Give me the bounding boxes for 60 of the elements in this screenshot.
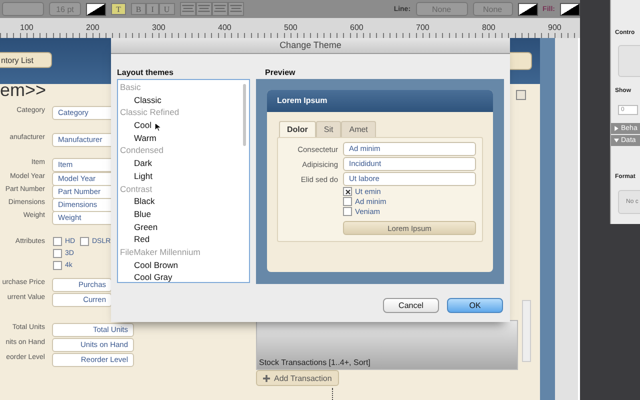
ruler-label: 800 xyxy=(482,23,496,32)
dialog-title: Change Theme xyxy=(111,38,510,54)
theme-group-heading: Condensed xyxy=(120,144,164,158)
ruler-label: 600 xyxy=(350,23,364,32)
preview-tab[interactable]: Dolor xyxy=(279,121,316,137)
align-icon[interactable] xyxy=(228,2,244,16)
theme-group-heading: Basic xyxy=(120,81,142,94)
theme-item[interactable]: Red xyxy=(120,233,249,246)
plus-icon xyxy=(263,374,270,382)
portal-label: Stock Transactions [1..4+, Sort] xyxy=(259,358,370,367)
layout-title: em>> xyxy=(0,80,46,101)
checkbox[interactable] xyxy=(343,187,352,196)
checkbox[interactable] xyxy=(343,197,352,206)
ruler-label: 400 xyxy=(218,23,232,32)
text-color-swatch[interactable] xyxy=(86,2,106,16)
theme-item[interactable]: Green xyxy=(120,220,249,234)
preview-tab[interactable]: Amet xyxy=(341,121,376,137)
theme-item[interactable]: Cool Brown xyxy=(120,258,249,272)
fill-color-swatch[interactable] xyxy=(560,2,580,16)
theme-item[interactable]: Dark xyxy=(120,157,249,170)
ok-button[interactable]: OK xyxy=(447,298,503,313)
align-icon[interactable] xyxy=(212,2,228,16)
ruler-label: 100 xyxy=(20,23,34,32)
section-heading: Preview xyxy=(264,68,296,77)
cursor-icon xyxy=(154,122,161,132)
checkbox[interactable] xyxy=(53,237,62,246)
ruler-label: 900 xyxy=(548,23,562,32)
text-color-button[interactable]: T xyxy=(111,3,126,15)
align-icon[interactable] xyxy=(196,2,212,16)
theme-item[interactable]: Classic xyxy=(120,94,249,106)
align-icon[interactable] xyxy=(180,2,196,16)
theme-group-heading: Contrast xyxy=(120,182,154,196)
add-transaction-button[interactable]: Add Transaction xyxy=(256,370,339,386)
cancel-button[interactable]: Cancel xyxy=(383,298,439,313)
ruler-label: 500 xyxy=(284,23,298,32)
theme-item[interactable]: Blue xyxy=(120,208,249,221)
checkbox[interactable] xyxy=(343,207,352,216)
font-dropdown[interactable] xyxy=(2,2,44,16)
theme-item[interactable]: Light xyxy=(120,170,249,182)
ruler-label: 700 xyxy=(416,23,430,32)
checkbox[interactable] xyxy=(80,237,89,246)
checkbox[interactable] xyxy=(53,249,62,258)
scrollbar-thumb[interactable] xyxy=(243,84,246,146)
scrollbar[interactable] xyxy=(522,300,531,362)
nav-button[interactable]: ntory List xyxy=(0,52,52,68)
theme-item[interactable]: Warm xyxy=(120,132,249,144)
checkbox[interactable] xyxy=(53,261,62,270)
preview-tab[interactable]: Sit xyxy=(316,121,342,137)
theme-item[interactable]: Black xyxy=(120,195,249,208)
theme-group-heading: FileMaker Millennium xyxy=(120,246,202,259)
preview-title: Lorem Ipsum xyxy=(267,90,493,112)
square-handle[interactable] xyxy=(516,90,526,100)
theme-group-heading: Classic Refined xyxy=(120,106,180,120)
ruler-label: 200 xyxy=(86,23,100,32)
section-heading: Layout themes xyxy=(117,68,174,77)
line-color-swatch[interactable] xyxy=(518,2,538,16)
ruler-label: 300 xyxy=(152,23,166,32)
guide-line xyxy=(332,388,333,400)
theme-item[interactable]: Cool Gray xyxy=(120,271,249,284)
theme-item[interactable]: Cool xyxy=(120,119,249,132)
